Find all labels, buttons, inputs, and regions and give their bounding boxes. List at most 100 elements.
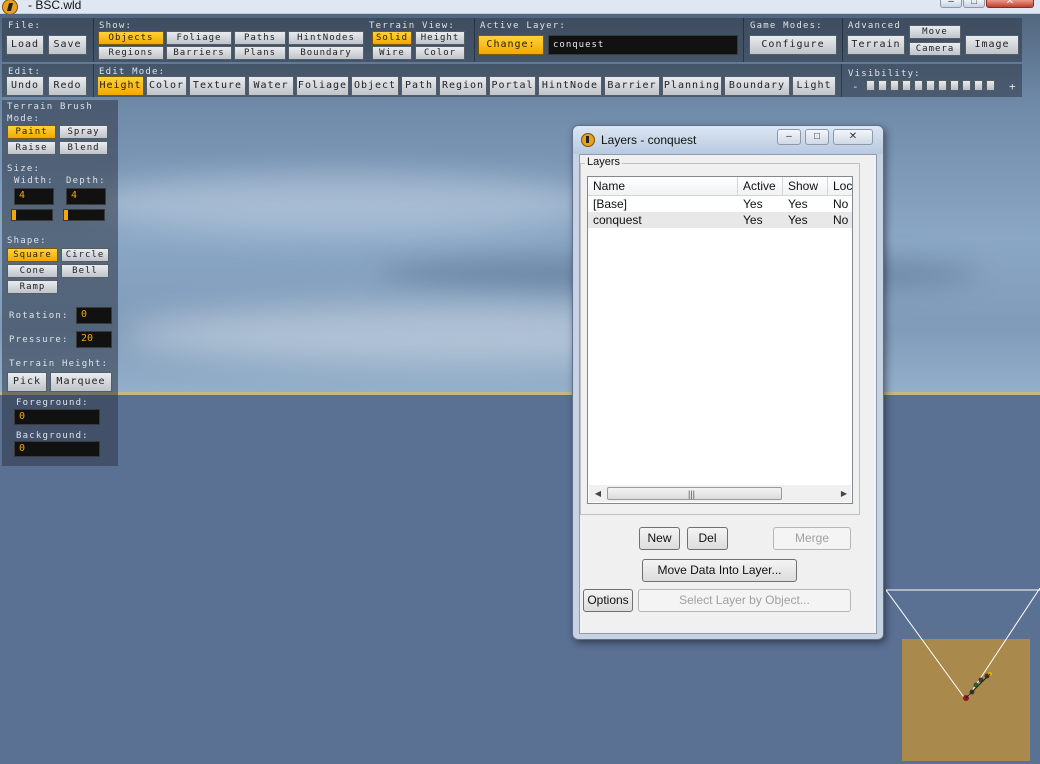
maximize-button[interactable]: □ (963, 0, 985, 8)
brush-depth-slider[interactable] (63, 209, 105, 221)
list-item[interactable]: conquest Yes Yes No (588, 212, 852, 228)
mode-hintnode-button[interactable]: HintNode (538, 76, 602, 96)
background-field[interactable]: 0 (14, 441, 100, 457)
brush-blend-button[interactable]: Blend (59, 141, 108, 155)
mode-water-button[interactable]: Water (248, 76, 294, 96)
visibility-level[interactable] (938, 80, 947, 91)
column-show[interactable]: Show (783, 177, 828, 196)
image-button[interactable]: Image (965, 35, 1019, 55)
mode-boundary-button[interactable]: Boundary (724, 76, 790, 96)
mode-planning-button[interactable]: Planning (662, 76, 722, 96)
show-regions-toggle[interactable]: Regions (98, 46, 164, 60)
show-objects-toggle[interactable]: Objects (98, 31, 164, 45)
marquee-button[interactable]: Marquee (50, 372, 112, 392)
options-button[interactable]: Options (583, 589, 633, 612)
close-button[interactable]: ✕ (986, 0, 1034, 8)
dialog-titlebar[interactable]: Layers - conquest – □ ✕ (573, 126, 883, 154)
visibility-level[interactable] (926, 80, 935, 91)
brush-depth-field[interactable]: 4 (66, 188, 106, 205)
visibility-plus[interactable]: + (1009, 81, 1017, 92)
terrain-height-label: Terrain Height: (9, 359, 109, 369)
brush-width-field[interactable]: 4 (14, 188, 54, 205)
show-hintnodes-toggle[interactable]: HintNodes (288, 31, 364, 45)
visibility-minus[interactable]: - (852, 81, 860, 92)
dialog-maximize-button[interactable]: □ (805, 129, 829, 145)
visibility-level[interactable] (974, 80, 983, 91)
brush-paint-button[interactable]: Paint (7, 125, 56, 139)
scroll-right-icon[interactable]: ▶ (837, 487, 851, 500)
column-loc[interactable]: Loc (828, 177, 852, 196)
merge-button[interactable]: Merge (773, 527, 851, 550)
visibility-level[interactable] (962, 80, 971, 91)
active-layer-field[interactable]: conquest (548, 35, 738, 55)
brush-raise-button[interactable]: Raise (7, 141, 56, 155)
visibility-level[interactable] (878, 80, 887, 91)
dialog-minimize-button[interactable]: – (777, 129, 801, 145)
slider-knob[interactable] (64, 210, 68, 220)
move-button[interactable]: Move (909, 25, 961, 39)
visibility-level[interactable] (902, 80, 911, 91)
pressure-field[interactable]: 20 (76, 331, 112, 348)
terrain-solid-toggle[interactable]: Solid (372, 31, 412, 45)
show-paths-toggle[interactable]: Paths (234, 31, 286, 45)
window-title: - BSC.wld (28, 0, 82, 12)
undo-button[interactable]: Undo (6, 76, 44, 96)
mode-label: Mode: (7, 114, 41, 124)
slider-knob[interactable] (12, 210, 16, 220)
show-plans-toggle[interactable]: Plans (234, 46, 286, 60)
mode-height-button[interactable]: Height (97, 76, 144, 96)
visibility-level[interactable] (950, 80, 959, 91)
move-data-into-layer-button[interactable]: Move Data Into Layer... (642, 559, 797, 582)
scroll-thumb[interactable]: ||| (607, 487, 782, 500)
brush-width-slider[interactable] (11, 209, 53, 221)
3d-viewport[interactable] (0, 14, 1040, 764)
show-foliage-toggle[interactable]: Foliage (166, 31, 232, 45)
mode-texture-button[interactable]: Texture (189, 76, 246, 96)
shape-square-button[interactable]: Square (7, 248, 58, 262)
mode-barrier-button[interactable]: Barrier (604, 76, 660, 96)
select-layer-by-object-button[interactable]: Select Layer by Object... (638, 589, 851, 612)
layers-list[interactable]: Name Active Show Loc [Base] Yes Yes No c… (587, 176, 853, 504)
terrain-height-toggle[interactable]: Height (415, 31, 465, 45)
terrain-color-toggle[interactable]: Color (415, 46, 465, 60)
camera-button[interactable]: Camera (909, 42, 961, 56)
terrain-button[interactable]: Terrain (847, 35, 905, 55)
rotation-field[interactable]: 0 (76, 307, 112, 324)
new-layer-button[interactable]: New (639, 527, 680, 550)
horizontal-scrollbar[interactable]: ◀ ||| ▶ (589, 485, 851, 502)
load-button[interactable]: Load (6, 35, 44, 55)
show-boundary-toggle[interactable]: Boundary (288, 46, 364, 60)
configure-button[interactable]: Configure (749, 35, 837, 55)
list-item[interactable]: [Base] Yes Yes No (588, 196, 852, 212)
mode-light-button[interactable]: Light (792, 76, 836, 96)
dialog-close-button[interactable]: ✕ (833, 129, 873, 145)
visibility-level[interactable] (866, 80, 875, 91)
shape-cone-button[interactable]: Cone (7, 264, 58, 278)
column-name[interactable]: Name (588, 177, 738, 196)
minimize-button[interactable]: – (940, 0, 962, 8)
visibility-level[interactable] (986, 80, 995, 91)
pick-button[interactable]: Pick (7, 372, 47, 392)
scroll-left-icon[interactable]: ◀ (591, 487, 605, 500)
close-icon: ✕ (848, 131, 858, 142)
change-layer-button[interactable]: Change: (478, 35, 544, 55)
mode-foliage-button[interactable]: Foliage (296, 76, 349, 96)
mode-path-button[interactable]: Path (401, 76, 437, 96)
delete-layer-button[interactable]: Del (687, 527, 728, 550)
shape-ramp-button[interactable]: Ramp (7, 280, 58, 294)
mode-portal-button[interactable]: Portal (489, 76, 536, 96)
show-barriers-toggle[interactable]: Barriers (166, 46, 232, 60)
terrain-wire-toggle[interactable]: Wire (372, 46, 412, 60)
visibility-level[interactable] (914, 80, 923, 91)
column-active[interactable]: Active (738, 177, 783, 196)
mode-color-button[interactable]: Color (146, 76, 187, 96)
foreground-field[interactable]: 0 (14, 409, 100, 425)
brush-spray-button[interactable]: Spray (59, 125, 108, 139)
redo-button[interactable]: Redo (48, 76, 87, 96)
save-button[interactable]: Save (48, 35, 87, 55)
shape-bell-button[interactable]: Bell (61, 264, 109, 278)
mode-region-button[interactable]: Region (439, 76, 487, 96)
mode-object-button[interactable]: Object (351, 76, 399, 96)
shape-circle-button[interactable]: Circle (61, 248, 109, 262)
visibility-level[interactable] (890, 80, 899, 91)
